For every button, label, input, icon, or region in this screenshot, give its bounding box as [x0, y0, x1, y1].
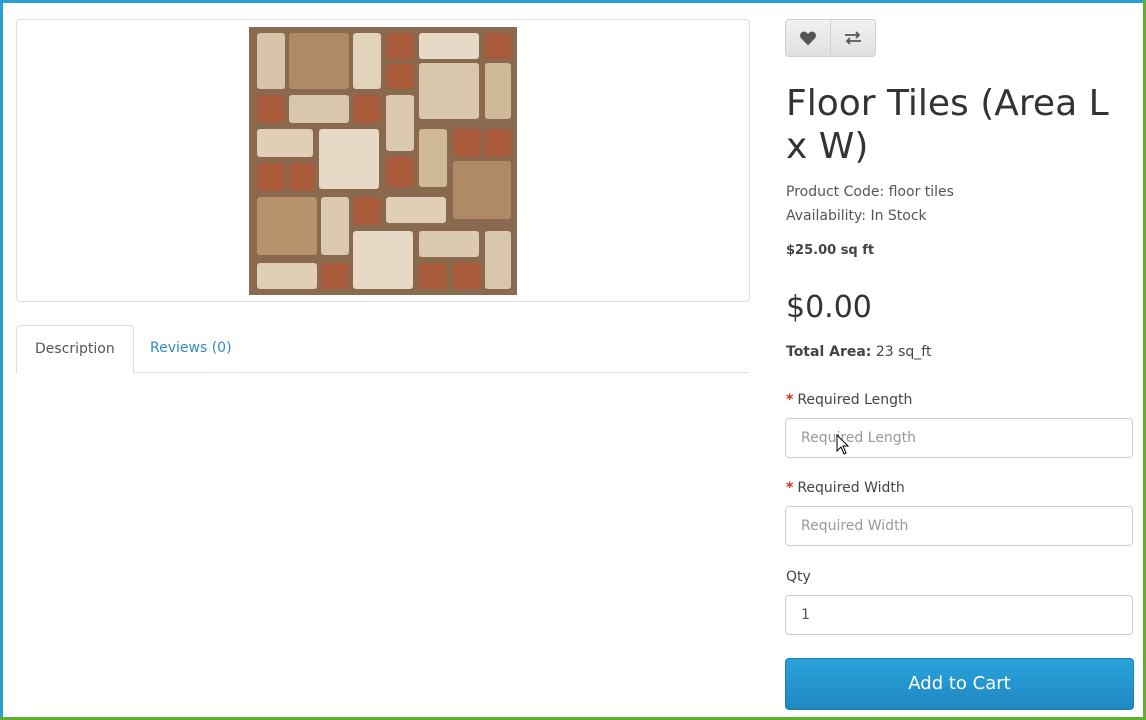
wishlist-button[interactable]: [785, 19, 831, 57]
unit-price: $25.00 sq ft: [786, 243, 875, 258]
window-border-top: [0, 0, 1146, 3]
product-code: Product Code: floor tiles: [786, 184, 954, 200]
product-tabs: Description Reviews (0): [16, 325, 748, 374]
product-availability: Availability: In Stock: [786, 208, 927, 224]
tab-description[interactable]: Description: [16, 325, 134, 374]
product-price: $0.00: [786, 290, 872, 325]
qty-label: Qty: [786, 569, 811, 585]
product-title: Floor Tiles (Area L x W): [786, 83, 1109, 167]
heart-icon: [800, 31, 816, 46]
required-marker: *: [786, 392, 794, 408]
compare-button[interactable]: [830, 19, 876, 57]
qty-input[interactable]: [785, 595, 1133, 635]
width-label: * Required Width: [786, 480, 905, 496]
required-marker: *: [786, 480, 794, 496]
width-label-text: Required Width: [797, 480, 905, 496]
length-label-text: Required Length: [797, 392, 913, 408]
width-input[interactable]: [785, 506, 1133, 546]
mouse-cursor-icon: [836, 434, 850, 455]
total-area-value: 23 sq_ft: [875, 344, 932, 360]
add-to-cart-button[interactable]: Add to Cart: [785, 658, 1134, 710]
exchange-icon: [845, 31, 861, 45]
total-area: Total Area: 23 sq_ft: [786, 344, 931, 360]
window-border-left: [0, 0, 3, 720]
product-image-container[interactable]: [16, 19, 750, 302]
total-area-label: Total Area:: [786, 344, 872, 360]
length-label: * Required Length: [786, 392, 912, 408]
tab-reviews[interactable]: Reviews (0): [132, 325, 250, 371]
product-image[interactable]: [249, 27, 517, 295]
